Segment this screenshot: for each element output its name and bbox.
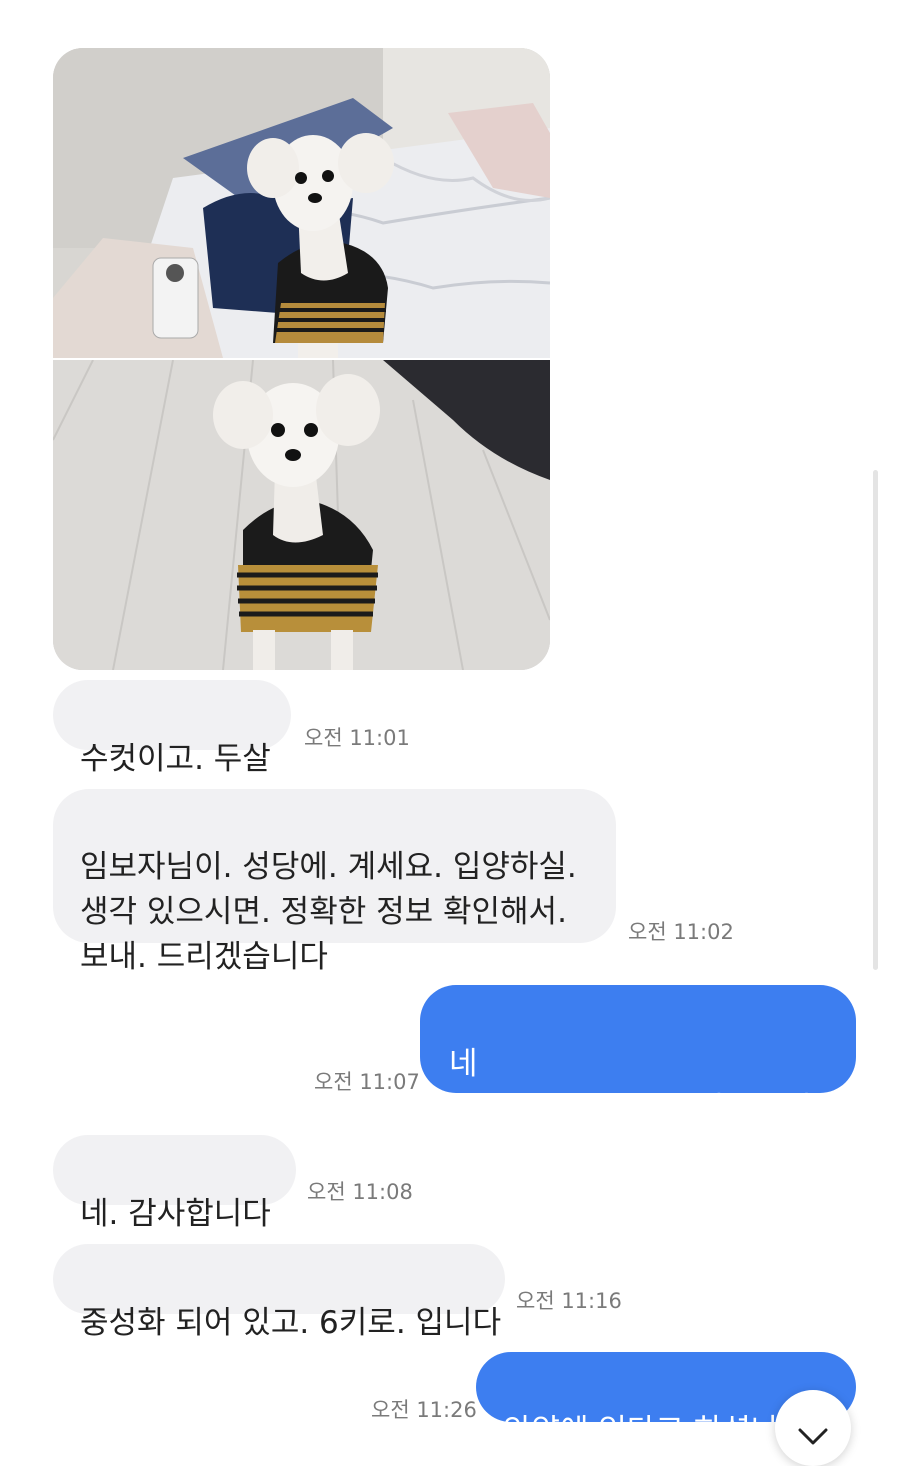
message-text: 네. 감사합니다 [80,1196,271,1232]
dog-photo-floor[interactable] [53,360,550,670]
message-timestamp: 오전 11:26 [371,1398,477,1422]
photo-message[interactable] [53,48,550,670]
message-timestamp: 오전 11:08 [307,1180,413,1204]
message-timestamp: 오전 11:01 [304,726,410,750]
outgoing-message-bubble[interactable]: 네 생각해보고 다시 연락드릴게요 [420,985,856,1127]
message-timestamp: 오전 11:16 [516,1289,622,1313]
scrollbar[interactable] [873,470,878,970]
chevron-down-icon [798,1428,828,1445]
message-text: 수컷이고. 두살 [80,741,271,777]
dog-photo-bed[interactable] [53,48,550,358]
incoming-message-bubble[interactable]: 임보자님이. 성당에. 계세요. 입양하실. 생각 있으시면. 정확한 정보 확… [53,789,616,975]
incoming-message-bubble[interactable]: 네. 감사합니다 [53,1135,296,1232]
message-text: 네 생각해보고 다시 연락드릴게요 [449,1046,840,1127]
incoming-message-bubble[interactable]: 수컷이고. 두살 [53,680,291,777]
incoming-message-bubble[interactable]: 중성화 되어 있고. 6키로. 입니다 [53,1244,505,1341]
message-timestamp: 오전 11:07 [314,1070,420,1094]
message-text: 중성화 되어 있고. 6키로. 입니다 [80,1305,502,1341]
message-text: 임보자님이. 성당에. 계세요. 입양하실. 생각 있으시면. 정확한 정보 확… [80,849,577,975]
scroll-to-bottom-button[interactable] [775,1390,851,1466]
message-timestamp: 오전 11:02 [628,920,734,944]
